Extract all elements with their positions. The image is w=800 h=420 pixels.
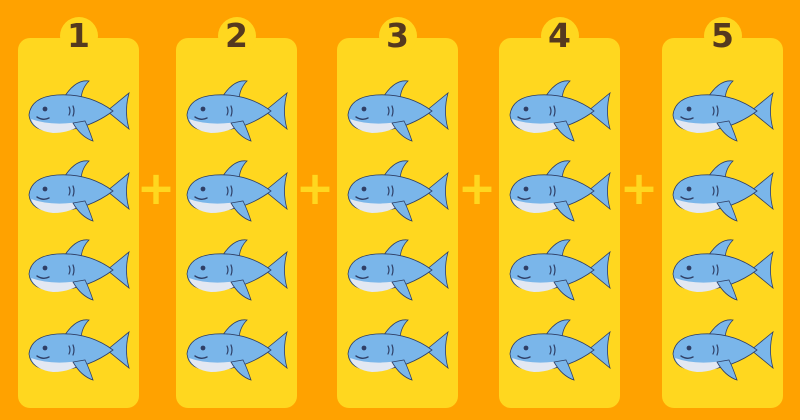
shark-icon (181, 75, 291, 147)
shark-icon (504, 155, 614, 227)
column-number-4: 4 (540, 17, 579, 55)
shark-icon (342, 75, 452, 147)
plus-sign: + (619, 161, 659, 215)
shark-icon (504, 75, 614, 147)
plus-sign: + (457, 161, 497, 215)
shark-icon (181, 314, 291, 386)
shark-icon (667, 234, 777, 306)
shark-icon (342, 155, 452, 227)
shark-icon (667, 314, 777, 386)
shark-icon (504, 234, 614, 306)
shark-icon (181, 234, 291, 306)
shark-icon (504, 314, 614, 386)
counting-board: 1 2 3 4 5 + + + + (0, 0, 800, 420)
shark-icon (23, 234, 133, 306)
shark-icon (667, 75, 777, 147)
column-number-3: 3 (378, 17, 417, 55)
shark-icon (23, 314, 133, 386)
shark-icon (23, 155, 133, 227)
column-number-5: 5 (703, 17, 742, 55)
shark-icon (667, 155, 777, 227)
column-number-1: 1 (59, 17, 98, 55)
column-number-2: 2 (217, 17, 256, 55)
shark-icon (23, 75, 133, 147)
shark-icon (342, 234, 452, 306)
plus-sign: + (295, 161, 335, 215)
shark-icon (342, 314, 452, 386)
plus-sign: + (136, 161, 176, 215)
shark-icon (181, 155, 291, 227)
